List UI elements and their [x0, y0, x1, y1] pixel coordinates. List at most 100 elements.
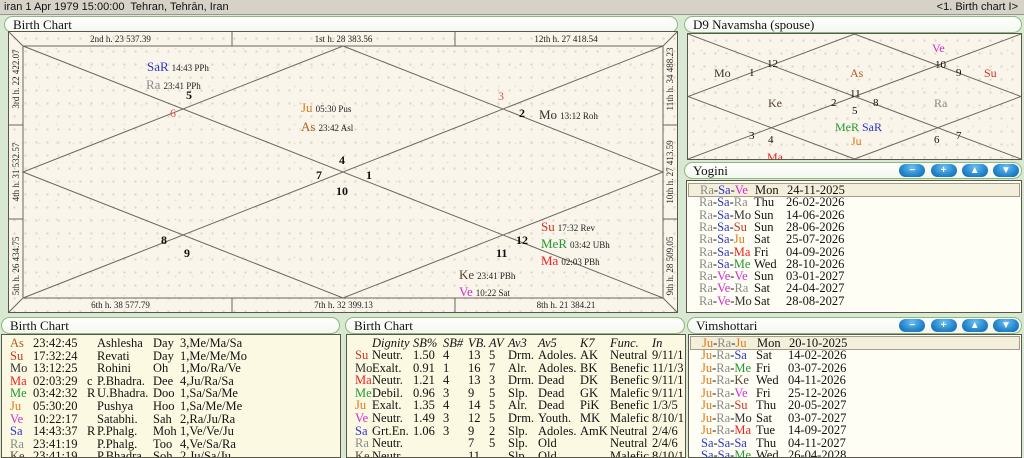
positions-panel-header: Birth Chart [1, 317, 340, 334]
dasha-row[interactable]: Sa-Sa-SaThu04-11-2027 [690, 437, 1020, 449]
house-number-7: 7 [316, 168, 322, 183]
Su-glyph: Su [541, 219, 555, 234]
dasha-lords: Ra-Sa-Su [699, 221, 747, 233]
house-number-8: 8 [161, 233, 167, 248]
dasha-day: Sun [754, 270, 773, 282]
dasha-day: Fri [756, 387, 771, 399]
Ke-glyph: Ke [459, 267, 474, 282]
d9-navamsha-chart: MoVeAsSuKeRaMeRSaRJuMa112109211853467 [687, 33, 1022, 160]
cusp-label-left: 4th h. 31 532.57 [11, 143, 21, 202]
dasha-row[interactable]: Ra-Sa-SuSun28-06-2026 [688, 221, 1020, 233]
MeR-glyph: MeR [541, 236, 567, 251]
vimshottari-buttons: − + ▲ ▼ [897, 319, 1019, 334]
planet-label-Ke: Ke23:41 PBh [459, 266, 515, 284]
vimshottari-down-button[interactable]: ▼ [993, 319, 1019, 332]
yogini-title: Yogini [693, 163, 728, 178]
yogini-dasha-list[interactable]: Ra-Sa-VeMon24-11-2025Ra-Sa-RaThu26-02-20… [686, 180, 1022, 313]
dasha-lords: Ra-Sa-Me [699, 258, 750, 270]
yogini-plus-button[interactable]: + [931, 164, 957, 177]
dasha-date: 03-07-2027 [788, 412, 846, 424]
dasha-row[interactable]: Ra-Ve-VeSun03-01-2027 [688, 270, 1020, 282]
title-bar-location-text: iran 1 Apr 1979 15:00:00 Tehran, Tehrān,… [4, 0, 229, 14]
dasha-day: Fri [756, 362, 771, 374]
d9-house-number-9: 9 [956, 67, 962, 79]
cusp-label-right: 10th h. 27 413.59 [665, 140, 675, 203]
dasha-date: 03-07-2026 [788, 362, 846, 374]
house-number-2: 2 [519, 106, 525, 121]
dasha-lords: Ju-Ra-Ve [701, 387, 748, 399]
dasha-row[interactable]: Ra-Sa-MoSun14-06-2026 [688, 209, 1020, 221]
planet-label-SaR: SaR14:43 PPh [147, 58, 209, 76]
dasha-date: 28-10-2026 [786, 258, 844, 270]
dasha-row[interactable]: Ra-Sa-JuSat25-07-2026 [688, 233, 1020, 245]
dasha-date: 20-05-2027 [788, 399, 846, 411]
dasha-date: 28-06-2026 [786, 221, 844, 233]
dignity-panel-header: Birth Chart [345, 317, 685, 334]
dasha-day: Sat [756, 349, 772, 361]
yogini-panel-header: Yogini − + ▲ ▼ [684, 162, 1022, 179]
position-cell: R [87, 425, 95, 438]
dasha-date: 14-09-2027 [788, 424, 846, 436]
dasha-date: 25-12-2026 [788, 387, 846, 399]
house-number-10: 10 [336, 184, 348, 199]
house-number-11: 11 [496, 246, 507, 261]
cusp-label-right: 9th h. 28 509.05 [665, 236, 675, 295]
vimshottari-dasha-list[interactable]: Ju-Ra-JuMon20-10-2025Ju-Ra-SaSat14-02-20… [688, 334, 1022, 458]
dasha-lords: Ju-Ra-Ju [702, 337, 746, 349]
dasha-date: 04-11-2026 [788, 374, 846, 386]
dasha-day: Fri [754, 246, 769, 258]
planet-degree-text: 03:42 UBh [570, 240, 610, 250]
dasha-row[interactable]: Ra-Ve-MoSat28-08-2027 [688, 295, 1020, 307]
d9-house-number-6: 6 [934, 134, 940, 146]
dasha-date: 24-04-2027 [786, 282, 844, 294]
house-number-9: 9 [184, 246, 190, 261]
dasha-lords: Ju-Ra-Mo [701, 412, 752, 424]
dasha-row[interactable]: Ju-Ra-KeWed04-11-2026 [690, 374, 1020, 386]
dasha-day: Sat [754, 282, 770, 294]
dasha-day: Wed [754, 258, 777, 270]
yogini-minus-button[interactable]: − [899, 164, 925, 177]
birth-chart-grid [9, 32, 677, 312]
cusp-label-left: 3rd h. 22 422.07 [11, 49, 21, 108]
dasha-row[interactable]: Ra-Sa-RaThu26-02-2026 [688, 196, 1020, 208]
dasha-row[interactable]: Ju-Ra-MoSat03-07-2027 [690, 412, 1020, 424]
dasha-day: Mon [755, 184, 779, 196]
d9-house-number-11: 11 [850, 88, 861, 100]
cusp-label-top: 12th h. 27 418.54 [534, 34, 597, 44]
birth-chart-north-indian: SaR14:43 PPhRa23:41 PPhJu05:30 PusAs23:4… [8, 31, 678, 313]
d9-house-number-1: 1 [749, 67, 755, 79]
chart-selector-label[interactable]: <1. Birth chart I> [937, 0, 1018, 14]
planet-label-Su: Su17:32 Rev [541, 218, 595, 236]
yogini-buttons: − + ▲ ▼ [897, 164, 1019, 179]
planet-degree-text: 17:32 Rev [558, 223, 595, 233]
dasha-lords: Ra-Ve-Ve [699, 270, 748, 282]
dasha-date: 20-10-2025 [789, 337, 847, 349]
dasha-date: 14-02-2026 [788, 349, 846, 361]
SaR-glyph: SaR [147, 59, 169, 74]
dasha-row[interactable]: Ju-Ra-SuThu20-05-2027 [690, 399, 1020, 411]
d9-house-number-2: 2 [831, 97, 837, 109]
vimshottari-up-button[interactable]: ▲ [962, 319, 988, 332]
vimshottari-plus-button[interactable]: + [931, 319, 957, 332]
vimshottari-minus-button[interactable]: − [899, 319, 925, 332]
planet-positions-table: As23:42:45AshleshaDay3,Me/Ma/SaSu17:32:2… [1, 334, 341, 458]
dasha-date: 24-11-2025 [787, 184, 845, 196]
dignity-cell: AmK [580, 425, 608, 438]
position-cell: R [87, 387, 95, 400]
dasha-row[interactable]: Ju-Ra-Ve Fri 25-12-2026 [690, 387, 1020, 399]
dignity-cell: 1.06 [413, 425, 435, 438]
dasha-date: 26-02-2026 [786, 196, 844, 208]
dasha-row[interactable]: Ra-Sa-MaFri04-09-2026 [688, 246, 1020, 258]
d9-planet-Ke: Ke [768, 96, 782, 111]
d9-house-number-7: 7 [956, 130, 962, 142]
dasha-row[interactable]: Ra-Sa-Me Wed 28-10-2026 [688, 258, 1020, 270]
dasha-row[interactable]: Ra-Ve-RaSat24-04-2027 [688, 282, 1020, 294]
As-glyph: As [301, 119, 315, 134]
cusp-label-bottom: 7th h. 32 399.13 [314, 300, 373, 310]
dasha-row[interactable]: Ju-Ra-MaTue14-09-2027 [690, 424, 1020, 436]
dasha-row[interactable]: Ju-Ra-MeFri03-07-2026 [690, 362, 1020, 374]
yogini-down-button[interactable]: ▼ [993, 164, 1019, 177]
yogini-up-button[interactable]: ▲ [962, 164, 988, 177]
planet-label-Ma: Ma02:03 PBh [541, 252, 600, 270]
dasha-row[interactable]: Ju-Ra-SaSat14-02-2026 [690, 349, 1020, 361]
